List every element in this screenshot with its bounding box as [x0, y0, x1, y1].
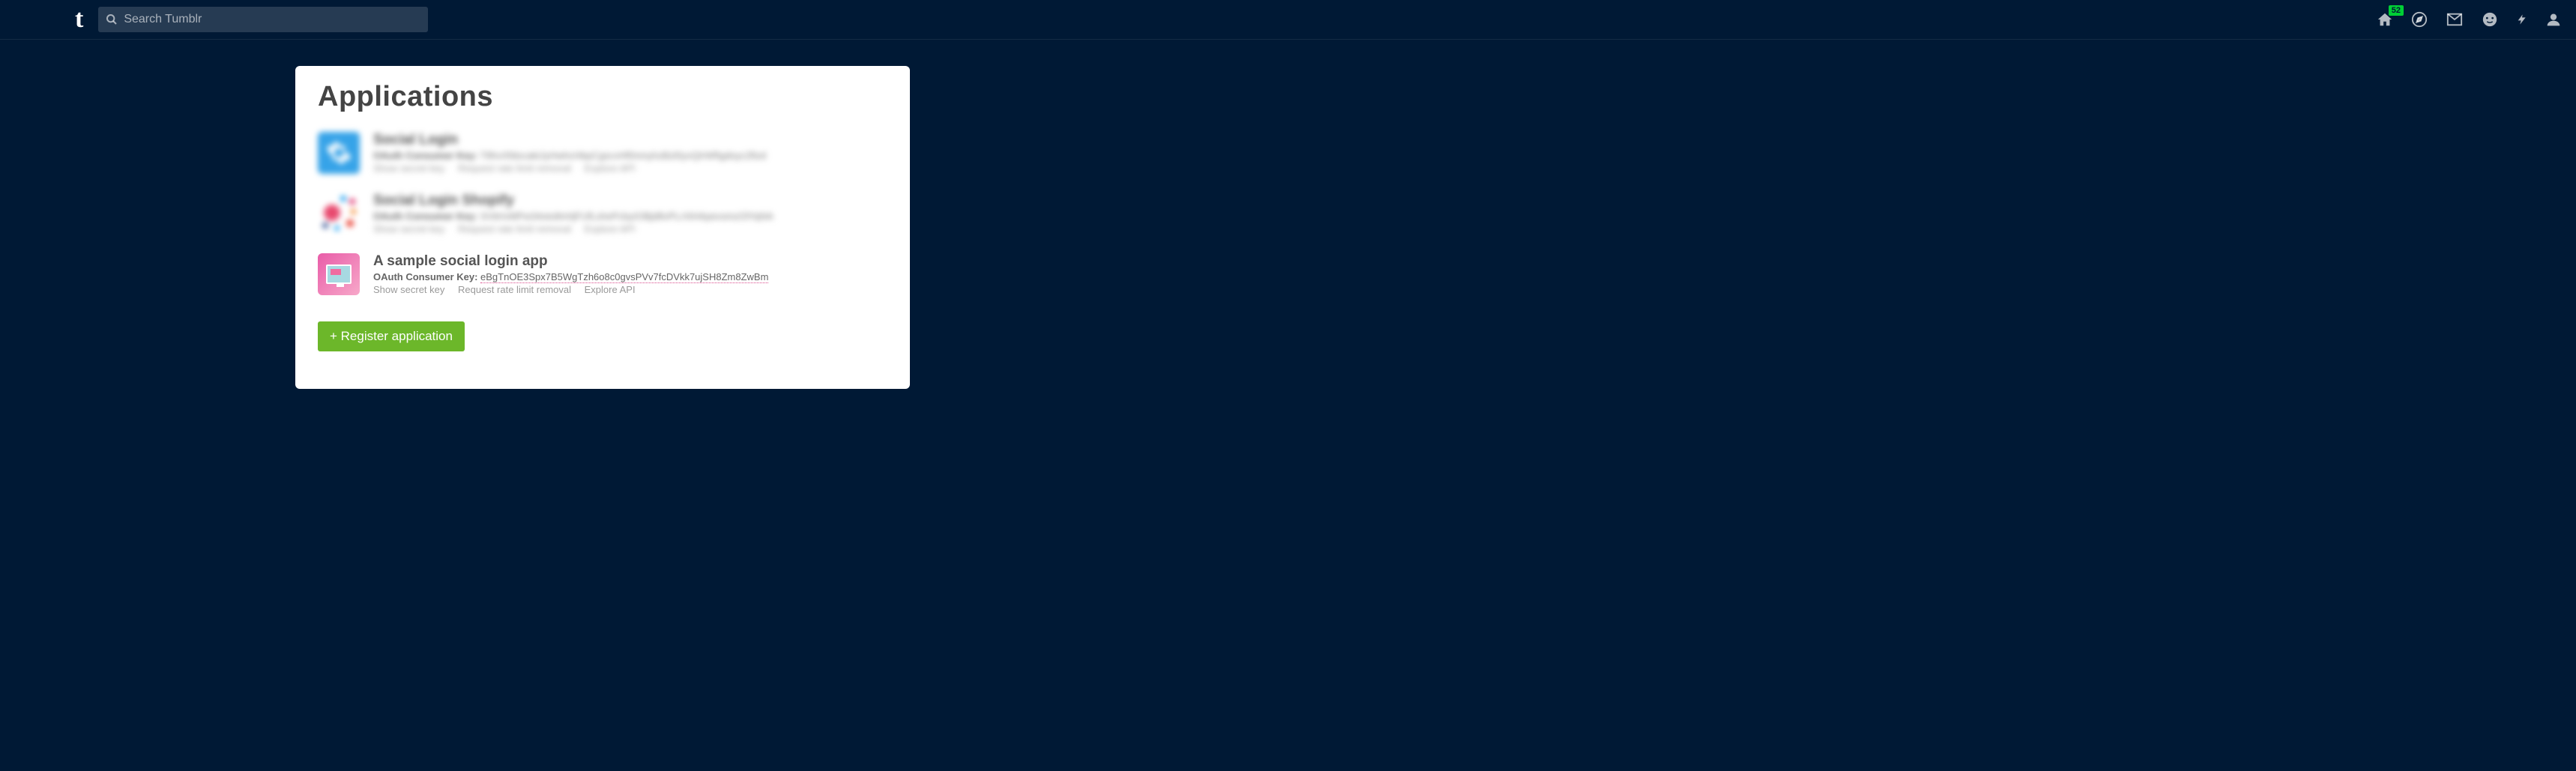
explore-icon[interactable]: [2411, 11, 2428, 28]
app-name[interactable]: A sample social login app: [373, 253, 887, 270]
rate-limit-link[interactable]: Request rate limit removal: [458, 284, 571, 295]
app-icon[interactable]: [318, 193, 360, 235]
nav-right: 52: [2377, 11, 2561, 28]
show-secret-link[interactable]: Show secret key: [373, 163, 444, 174]
app-icon[interactable]: [318, 132, 360, 174]
app-links: Show secret key Request rate limit remov…: [373, 284, 887, 295]
messaging-icon[interactable]: [2482, 11, 2498, 28]
search-input[interactable]: [124, 13, 420, 26]
applications-panel: Applications Social Login OAuth Consumer…: [295, 66, 910, 389]
key-label: OAuth Consumer Key:: [373, 211, 477, 222]
consumer-key: T8hvXfdocaktJyHwhcHbpCgscvHf0nmyhzBzl0yv…: [480, 150, 766, 161]
search-box[interactable]: [98, 7, 428, 32]
notification-badge: 52: [2389, 5, 2404, 16]
app-meta: OAuth Consumer Key: eBgTnOE3Spx7B5WgTzh6…: [373, 271, 887, 282]
app-name[interactable]: Social Login Shopify: [373, 193, 887, 209]
activity-icon[interactable]: [2516, 11, 2528, 28]
consumer-key[interactable]: eBgTnOE3Spx7B5WgTzh6o8c0gvsPVv7fcDVkk7uj…: [480, 271, 768, 283]
register-application-button[interactable]: + Register application: [318, 321, 465, 351]
app-row: A sample social login app OAuth Consumer…: [318, 253, 887, 295]
app-links: Show secret key Request rate limit remov…: [373, 163, 887, 174]
app-name[interactable]: Social Login: [373, 132, 887, 148]
key-label: OAuth Consumer Key:: [373, 150, 477, 161]
rate-limit-link[interactable]: Request rate limit removal: [458, 223, 571, 235]
app-row: Social Login OAuth Consumer Key: T8hvXfd…: [318, 132, 887, 174]
home-icon[interactable]: 52: [2377, 11, 2393, 28]
search-icon: [106, 13, 118, 25]
top-nav: t 52: [0, 0, 2576, 40]
key-label: OAuth Consumer Key:: [373, 271, 477, 282]
explore-api-link[interactable]: Explore API: [585, 163, 636, 174]
inbox-icon[interactable]: [2446, 11, 2464, 28]
show-secret-link[interactable]: Show secret key: [373, 223, 444, 235]
consumer-key: SVitrIvMPw34oto8nHjFUfLshePcbyIOBjd8vPLr…: [480, 211, 773, 222]
explore-api-link[interactable]: Explore API: [585, 223, 636, 235]
show-secret-link[interactable]: Show secret key: [373, 284, 444, 295]
account-icon[interactable]: [2546, 11, 2561, 28]
explore-api-link[interactable]: Explore API: [585, 284, 636, 295]
page-title: Applications: [318, 81, 887, 113]
app-icon[interactable]: [318, 253, 360, 295]
tumblr-logo[interactable]: t: [75, 7, 83, 32]
app-links: Show secret key Request rate limit remov…: [373, 223, 887, 235]
app-row: Social Login Shopify OAuth Consumer Key:…: [318, 193, 887, 235]
rate-limit-link[interactable]: Request rate limit removal: [458, 163, 571, 174]
